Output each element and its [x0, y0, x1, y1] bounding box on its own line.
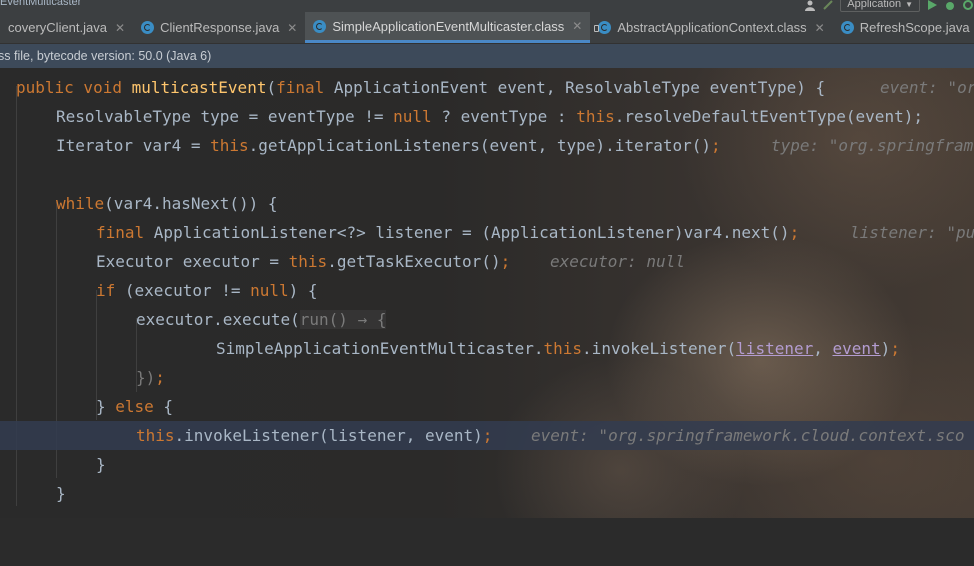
- code-token: {: [153, 397, 174, 416]
- inline-debug-hint: listener: "pu: [850, 223, 974, 242]
- code-token: while: [56, 194, 105, 213]
- code-line[interactable]: }: [0, 479, 974, 508]
- code-line[interactable]: } else {: [0, 392, 974, 421]
- code-token: ApplicationListener<?> listener = (Appli…: [153, 223, 790, 242]
- code-token: public void: [16, 78, 132, 97]
- code-token: ResolvableType type = eventType !=: [56, 107, 394, 126]
- code-token: ): [880, 339, 891, 358]
- code-token: ? eventType :: [431, 107, 577, 126]
- code-token: ;: [789, 223, 800, 242]
- banner-text: ss file, bytecode version: 50.0 (Java 6): [0, 49, 212, 63]
- run-configuration-select[interactable]: Application ▼: [840, 0, 920, 12]
- code-token: ;: [482, 426, 493, 445]
- breadcrumb[interactable]: EventMulticaster: [0, 0, 81, 8]
- navigation-bar: EventMulticaster Application ▼: [0, 0, 974, 12]
- code-token: executor.execute(: [136, 310, 300, 329]
- code-token: null: [250, 281, 289, 300]
- run-icon[interactable]: [926, 0, 938, 10]
- code-token: (var4.hasNext()) {: [104, 194, 278, 213]
- code-token: .getTaskExecutor(): [327, 252, 501, 271]
- code-token: .resolveDefaultEventType(event);: [614, 107, 923, 126]
- code-token: .getApplicationListeners(event, type).it…: [248, 136, 712, 155]
- user-icon[interactable]: [804, 0, 816, 11]
- close-icon[interactable]: ✕: [815, 21, 825, 35]
- code-token: (executor !=: [115, 281, 251, 300]
- close-icon[interactable]: ✕: [572, 19, 582, 33]
- code-token: .invokeListener(listener, event): [174, 426, 483, 445]
- code-line[interactable]: });: [0, 363, 974, 392]
- coverage-icon[interactable]: [962, 0, 974, 10]
- code-line[interactable]: }: [0, 450, 974, 479]
- code-token: ;: [890, 339, 900, 358]
- code-token: this: [136, 426, 175, 445]
- close-icon[interactable]: ✕: [287, 21, 297, 35]
- tab-client-response[interactable]: ClientResponse.java ✕: [133, 12, 305, 43]
- code-token: null: [393, 107, 432, 126]
- code-line[interactable]: public void multicastEvent(final Applica…: [0, 73, 974, 102]
- tab-label: SimpleApplicationEventMulticaster.class: [332, 18, 565, 34]
- tab-label: coveryClient.java: [8, 20, 107, 35]
- code-token: Executor executor =: [96, 252, 289, 271]
- code-token: Iterator var4 =: [56, 136, 211, 155]
- inline-debug-hint: event: "or: [880, 78, 974, 97]
- code-token: ,: [813, 339, 833, 358]
- code-token: final: [276, 78, 334, 97]
- captured-variable: listener: [736, 339, 814, 358]
- code-token: ApplicationEvent event, ResolvableType e…: [333, 78, 826, 97]
- code-token: ;: [500, 252, 511, 271]
- code-line[interactable]: if (executor != null) {: [0, 276, 974, 305]
- run-config-label: Application: [847, 0, 902, 10]
- code-token: final: [96, 223, 154, 242]
- code-token: SimpleApplicationEventMulticaster.: [216, 339, 544, 358]
- code-token: this: [210, 136, 249, 155]
- java-class-icon: [313, 19, 327, 33]
- code-token: }: [56, 484, 66, 503]
- current-execution-line[interactable]: this.invokeListener(listener, event); ev…: [0, 421, 974, 450]
- code-token: (: [266, 78, 277, 97]
- inline-debug-hint: type: "org.springfram: [771, 136, 974, 155]
- code-line[interactable]: Iterator var4 = this.getApplicationListe…: [0, 131, 974, 160]
- editor-tab-bar: coveryClient.java ✕ ClientResponse.java …: [0, 12, 974, 44]
- close-icon[interactable]: ✕: [115, 21, 125, 35]
- code-token: }): [136, 368, 156, 387]
- code-token: }: [96, 455, 106, 474]
- tab-simple-application-event-multicaster[interactable]: SimpleApplicationEventMulticaster.class …: [305, 12, 591, 43]
- code-token: this: [288, 252, 328, 271]
- code-line[interactable]: executor.execute(run() → {: [0, 305, 974, 334]
- code-token: if: [96, 281, 116, 300]
- code-token: ) {: [288, 281, 318, 300]
- code-token: }: [96, 397, 116, 416]
- code-token: multicastEvent: [131, 78, 267, 97]
- java-class-icon: [840, 21, 854, 34]
- tab-label: ClientResponse.java: [160, 20, 280, 35]
- code-line[interactable]: final ApplicationListener<?> listener = …: [0, 218, 974, 247]
- code-token: ;: [711, 136, 721, 155]
- code-token: this: [543, 339, 583, 358]
- chevron-down-icon: ▼: [905, 0, 913, 9]
- abstract-class-icon: [594, 21, 612, 34]
- code-token: else: [115, 397, 154, 416]
- inline-debug-hint: executor: null: [550, 252, 685, 271]
- inline-debug-hint: event: "org.springframework.cloud.contex…: [531, 426, 965, 445]
- tab-label: AbstractApplicationContext.class: [617, 20, 807, 35]
- code-token: .invokeListener(: [582, 339, 737, 358]
- build-arrow-icon[interactable]: [822, 0, 834, 10]
- code-line[interactable]: Executor executor = this.getTaskExecutor…: [0, 247, 974, 276]
- code-line[interactable]: while(var4.hasNext()) {: [0, 189, 974, 218]
- java-class-icon: [141, 21, 155, 34]
- tab-abstract-application-context[interactable]: AbstractApplicationContext.class ✕: [590, 12, 832, 43]
- decompiled-class-banner: ss file, bytecode version: 50.0 (Java 6): [0, 44, 974, 68]
- debug-icon[interactable]: [944, 0, 956, 10]
- code-line[interactable]: ResolvableType type = eventType != null …: [0, 102, 974, 131]
- tab-refresh-scope[interactable]: RefreshScope.java ✕: [833, 12, 974, 43]
- code-editor[interactable]: public void multicastEvent(final Applica…: [0, 68, 974, 518]
- captured-variable: event: [832, 339, 881, 358]
- lambda-fold[interactable]: run() → {: [299, 310, 387, 329]
- code-token: this: [576, 107, 615, 126]
- code-line[interactable]: SimpleApplicationEventMulticaster.this.i…: [0, 334, 974, 363]
- tab-label: RefreshScope.java: [859, 20, 970, 35]
- code-token: ;: [155, 368, 165, 387]
- tab-discovery-client[interactable]: coveryClient.java ✕: [0, 12, 133, 43]
